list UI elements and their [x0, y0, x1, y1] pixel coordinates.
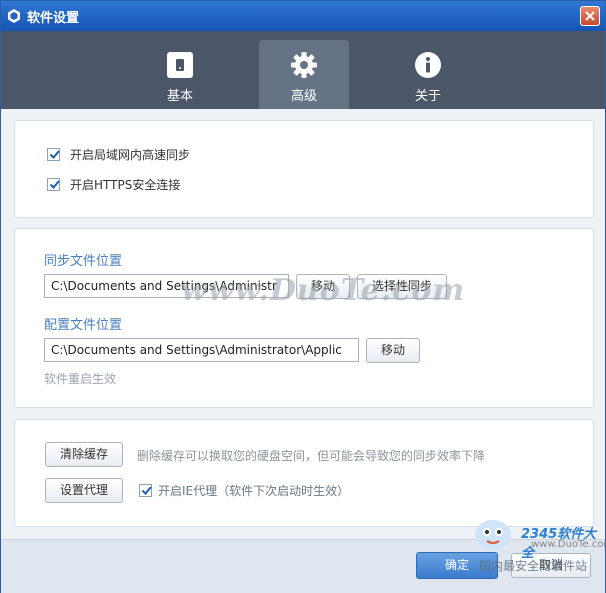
checkmark-icon — [49, 180, 60, 189]
config-folder-title: 配置文件位置 — [44, 318, 123, 333]
mascot-logo-icon — [475, 520, 511, 550]
app-logo-icon — [8, 9, 20, 23]
info-icon — [415, 52, 441, 78]
checkmark-icon — [49, 150, 60, 159]
https-checkbox[interactable] — [47, 178, 60, 191]
title-bar[interactable]: 软件设置 — [1, 1, 605, 31]
tab-advanced[interactable]: 高级 — [259, 40, 349, 109]
close-button[interactable] — [580, 6, 600, 26]
ie-proxy-label: 开启IE代理（软件下次启动时生效） — [158, 484, 350, 498]
cache-proxy-panel: 清除缓存 删除缓存可以换取您的硬盘空间，但可能会导致您的同步效率下降 设置代理 … — [14, 419, 594, 527]
gear-icon — [291, 52, 317, 78]
file-location-panel: 同步文件位置 C:\Documents and Settings\Adminis… — [14, 228, 594, 408]
lan-sync-label: 开启局域网内高速同步 — [70, 148, 191, 162]
phone-icon — [167, 52, 193, 78]
clear-cache-description: 删除缓存可以换取您的硬盘空间，但可能会导致您的同步效率下降 — [137, 449, 486, 463]
sync-folder-title: 同步文件位置 — [44, 254, 123, 269]
settings-content: 开启局域网内高速同步 开启HTTPS安全连接 同步文件位置 C:\Documen… — [1, 109, 605, 539]
ie-proxy-checkbox[interactable] — [139, 484, 152, 497]
center-watermark: www.DuoTe.com — [181, 273, 466, 308]
tab-basic[interactable]: 基本 — [135, 40, 225, 109]
tab-basic-label: 基本 — [166, 89, 193, 104]
set-proxy-button[interactable]: 设置代理 — [45, 478, 123, 503]
lan-sync-checkbox[interactable] — [47, 148, 60, 161]
clear-cache-button[interactable]: 清除缓存 — [45, 442, 123, 467]
close-icon — [585, 11, 595, 21]
config-folder-path-field[interactable]: C:\Documents and Settings\Administrator\… — [44, 338, 359, 362]
settings-window: 软件设置 基本 高级 关于 开启局域网内高速同步 开启HTTPS安全连接 同步文… — [0, 0, 606, 593]
sync-options-panel: 开启局域网内高速同步 开启HTTPS安全连接 — [14, 120, 594, 218]
config-folder-move-button[interactable]: 移动 — [366, 338, 420, 363]
tab-advanced-label: 高级 — [290, 89, 317, 104]
tab-about[interactable]: 关于 — [383, 40, 473, 109]
watermark-bottom-text: 国内最安全的软件站 — [479, 559, 588, 573]
watermark-url: www.DuoTe.com — [531, 539, 606, 550]
window-title: 软件设置 — [27, 11, 80, 26]
tab-about-label: 关于 — [414, 89, 441, 104]
https-label: 开启HTTPS安全连接 — [70, 178, 181, 192]
checkmark-icon — [141, 486, 152, 495]
restart-hint: 软件重启生效 — [44, 372, 117, 386]
tab-bar: 基本 高级 关于 — [1, 31, 605, 109]
